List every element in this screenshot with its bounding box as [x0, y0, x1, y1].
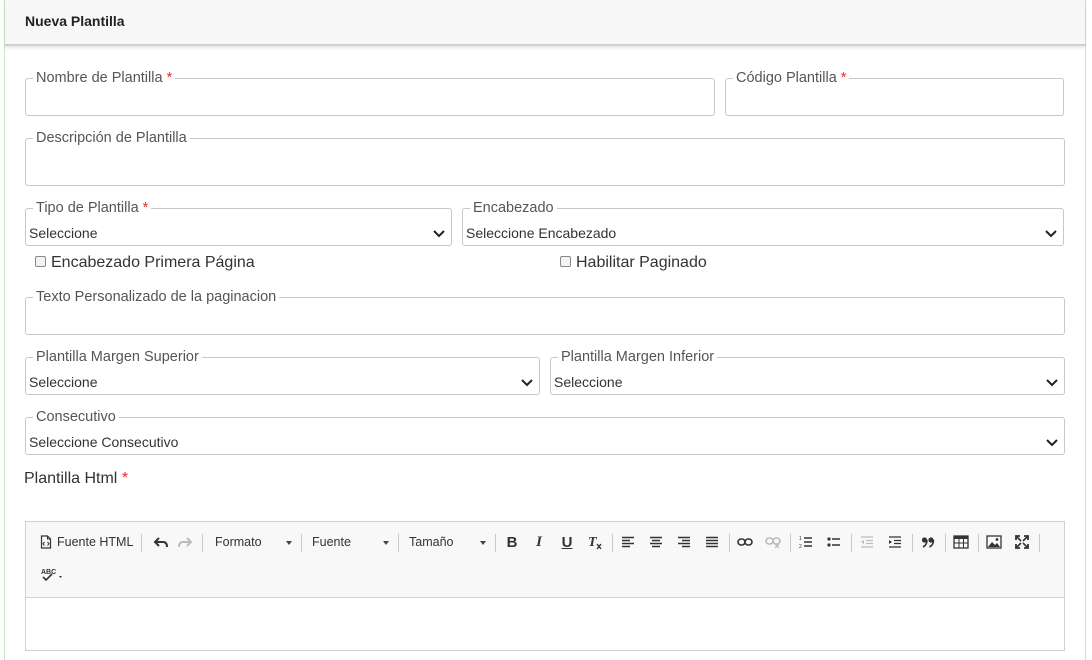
- align-left-icon: [621, 536, 635, 548]
- numbered-list-button[interactable]: 12: [795, 530, 817, 554]
- link-icon: [737, 537, 753, 547]
- enable-pagination-checkbox[interactable]: Habilitar Paginado: [560, 254, 707, 272]
- caret-down-icon: [383, 541, 389, 545]
- template-description-label: Descripción de Plantilla: [36, 130, 187, 146]
- clear-format-button[interactable]: T: [584, 530, 606, 554]
- pagination-text-field[interactable]: Texto Personalizado de la paginacion: [25, 290, 1065, 335]
- underline-button[interactable]: U: [556, 530, 578, 554]
- indent-icon: [888, 536, 902, 548]
- svg-text:2: 2: [799, 544, 802, 549]
- format-combo[interactable]: Formato: [210, 530, 296, 554]
- size-combo-label: Tamaño: [409, 535, 454, 549]
- header-select[interactable]: Encabezado Seleccione Encabezado: [462, 201, 1064, 246]
- format-combo-label: Formato: [215, 535, 262, 549]
- source-html-button[interactable]: Fuente HTML: [40, 530, 133, 554]
- sequence-label: Consecutivo: [36, 409, 116, 425]
- unlink-icon: [765, 536, 781, 548]
- editor-toolbar: Fuente HTML Formato Fuente Tamaño B I U …: [26, 522, 1064, 598]
- template-name-label: Nombre de Plantilla *: [36, 70, 173, 86]
- first-page-header-checkbox[interactable]: Encabezado Primera Página: [35, 254, 255, 272]
- clear-format-icon: T: [587, 534, 603, 550]
- svg-text:1: 1: [799, 536, 802, 542]
- sequence-select[interactable]: Consecutivo Seleccione Consecutivo: [25, 410, 1065, 455]
- bold-icon: B: [506, 533, 518, 551]
- checkbox-box[interactable]: [560, 256, 571, 267]
- numbered-list-icon: 12: [799, 535, 813, 549]
- undo-icon: [153, 535, 169, 549]
- enable-pagination-label: Habilitar Paginado: [576, 254, 707, 271]
- pagination-text-label: Texto Personalizado de la paginacion: [36, 289, 277, 305]
- redo-button[interactable]: [174, 530, 196, 554]
- template-type-select[interactable]: Tipo de Plantilla * Seleccione: [25, 201, 452, 246]
- maximize-button[interactable]: [1011, 530, 1033, 554]
- template-type-value: Seleccione: [29, 225, 98, 241]
- template-code-label: Código Plantilla *: [736, 70, 847, 86]
- table-icon: [953, 535, 969, 549]
- chevron-down-icon: [520, 378, 534, 388]
- image-icon: [986, 535, 1002, 549]
- maximize-icon: [1015, 535, 1029, 549]
- size-combo[interactable]: Tamaño: [404, 530, 490, 554]
- bottom-margin-select[interactable]: Plantilla Margen Inferior Seleccione: [550, 350, 1065, 395]
- align-justify-icon: [705, 536, 719, 548]
- top-margin-select[interactable]: Plantilla Margen Superior Seleccione: [25, 350, 540, 395]
- source-html-label: Fuente HTML: [57, 535, 134, 549]
- italic-icon: I: [536, 533, 542, 550]
- image-button[interactable]: [983, 530, 1005, 554]
- align-center-icon: [649, 536, 663, 548]
- caret-down-icon: [480, 541, 486, 545]
- spellcheck-icon: ABC: [40, 567, 64, 583]
- header-select-label: Encabezado: [473, 200, 554, 216]
- svg-text:T: T: [588, 535, 598, 550]
- top-margin-label: Plantilla Margen Superior: [36, 349, 199, 365]
- align-right-button[interactable]: [673, 530, 695, 554]
- html-editor[interactable]: Fuente HTML Formato Fuente Tamaño B I U …: [25, 521, 1065, 651]
- redo-icon: [177, 535, 193, 549]
- align-left-button[interactable]: [617, 530, 639, 554]
- bullet-list-button[interactable]: [823, 530, 845, 554]
- chevron-down-icon: [1045, 438, 1059, 448]
- template-description-field[interactable]: Descripción de Plantilla: [25, 131, 1065, 186]
- font-combo[interactable]: Fuente: [307, 530, 393, 554]
- spellcheck-button[interactable]: ABC: [38, 563, 66, 587]
- page-title: Nueva Plantilla: [25, 13, 125, 29]
- table-button[interactable]: [950, 530, 972, 554]
- template-type-label: Tipo de Plantilla *: [36, 200, 149, 216]
- template-code-field[interactable]: Código Plantilla *: [725, 71, 1064, 116]
- document-icon: [40, 535, 52, 549]
- header-select-value: Seleccione Encabezado: [466, 225, 617, 241]
- checkbox-box[interactable]: [35, 256, 46, 267]
- unlink-button[interactable]: [762, 530, 784, 554]
- align-right-icon: [677, 536, 691, 548]
- align-center-button[interactable]: [645, 530, 667, 554]
- chevron-down-icon: [432, 229, 446, 239]
- undo-button[interactable]: [150, 530, 172, 554]
- quote-icon: [921, 536, 935, 548]
- bottom-margin-value: Seleccione: [554, 374, 623, 390]
- svg-text:ABC: ABC: [41, 569, 56, 576]
- link-button[interactable]: [734, 530, 756, 554]
- align-justify-button[interactable]: [701, 530, 723, 554]
- first-page-header-label: Encabezado Primera Página: [51, 254, 255, 271]
- font-combo-label: Fuente: [312, 535, 351, 549]
- italic-button[interactable]: I: [528, 530, 550, 554]
- caret-down-icon: [286, 541, 292, 545]
- indent-button[interactable]: [884, 530, 906, 554]
- chevron-down-icon: [1045, 378, 1059, 388]
- underline-icon: U: [561, 533, 573, 551]
- blockquote-button[interactable]: [917, 530, 939, 554]
- outdent-icon: [860, 536, 874, 548]
- html-template-label: Plantilla Html *: [24, 470, 129, 487]
- template-name-field[interactable]: Nombre de Plantilla *: [25, 71, 715, 116]
- bold-button[interactable]: B: [501, 530, 523, 554]
- chevron-down-icon: [1044, 229, 1058, 239]
- bullet-list-icon: [827, 536, 841, 548]
- sequence-value: Seleccione Consecutivo: [29, 434, 179, 450]
- bottom-margin-label: Plantilla Margen Inferior: [561, 349, 715, 365]
- card-header: Nueva Plantilla: [5, 0, 1085, 46]
- top-margin-value: Seleccione: [29, 374, 98, 390]
- outdent-button[interactable]: [856, 530, 878, 554]
